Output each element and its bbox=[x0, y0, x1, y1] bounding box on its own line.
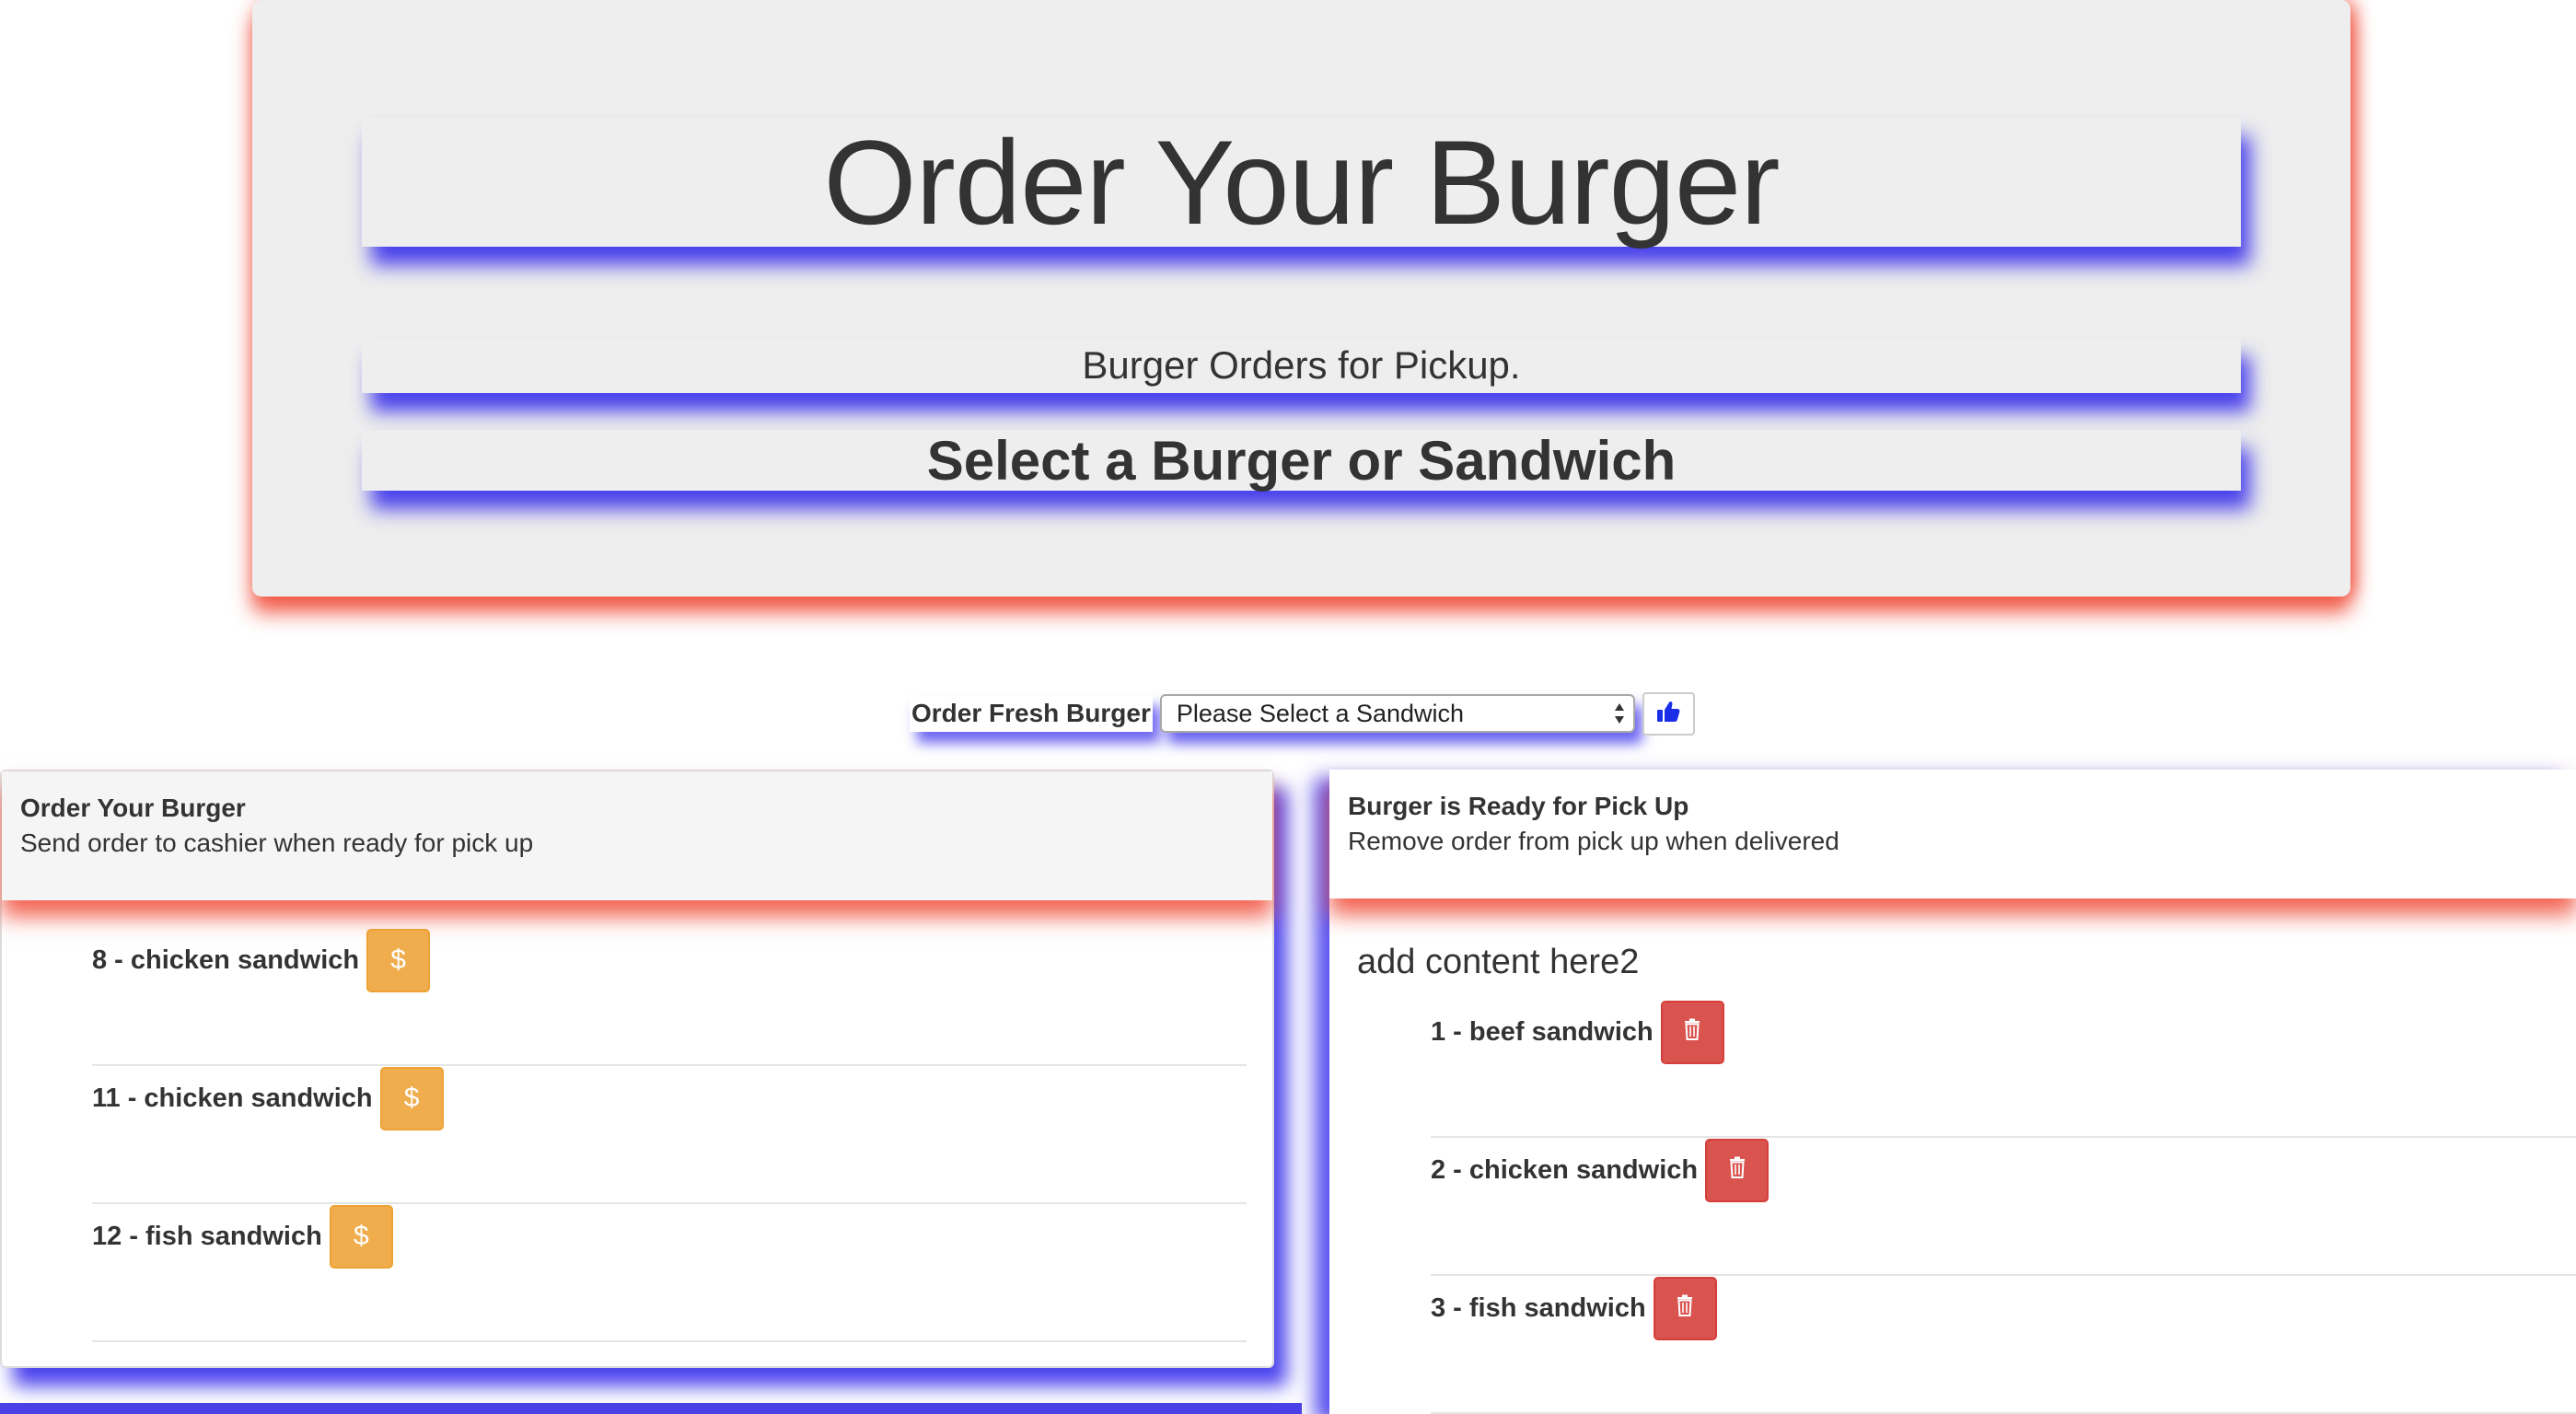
remove-order-button[interactable] bbox=[1660, 1000, 1724, 1064]
order-panel-heading: Order Your Burger Send order to cashier … bbox=[2, 771, 1272, 900]
page-title: Order Your Burger bbox=[362, 115, 2241, 249]
order-list: 8 - chicken sandwich $ 11 - chicken sand… bbox=[92, 928, 1247, 1342]
list-item: 2 - chicken sandwich bbox=[1431, 1138, 2576, 1276]
sandwich-select[interactable]: Please Select a Sandwich bbox=[1159, 694, 1635, 733]
pickup-item-label: 2 - chicken sandwich bbox=[1431, 1154, 1699, 1185]
trash-icon bbox=[1727, 1154, 1747, 1186]
list-item: 1 - beef sandwich bbox=[1431, 1000, 2576, 1138]
remove-order-button[interactable] bbox=[1653, 1276, 1717, 1340]
pickup-panel-heading: Burger is Ready for Pick Up Remove order… bbox=[1329, 770, 2576, 898]
pickup-content-heading: add content here2 bbox=[1357, 943, 1640, 981]
order-item-label: 12 - fish sandwich bbox=[92, 1221, 322, 1251]
list-item: 12 - fish sandwich $ bbox=[92, 1204, 1247, 1342]
pickup-item-label: 1 - beef sandwich bbox=[1431, 1016, 1654, 1047]
panel-shadow-strip bbox=[0, 1403, 1302, 1414]
thumbs-up-icon bbox=[1656, 701, 1680, 727]
pickup-list: 1 - beef sandwich 2 - chicken sandwich 3… bbox=[1431, 1000, 2576, 1414]
sandwich-select-value: Please Select a Sandwich bbox=[1176, 699, 1465, 727]
remove-order-button[interactable] bbox=[1705, 1138, 1770, 1202]
order-label: Order Fresh Burger bbox=[910, 695, 1153, 732]
order-panel-subtitle: Send order to cashier when ready for pic… bbox=[20, 829, 534, 857]
list-item: 8 - chicken sandwich $ bbox=[92, 928, 1247, 1066]
list-item: 3 - fish sandwich bbox=[1431, 1276, 2576, 1414]
send-to-cashier-button[interactable]: $ bbox=[366, 928, 431, 992]
order-item-label: 11 - chicken sandwich bbox=[92, 1083, 373, 1113]
jumbotron bbox=[252, 0, 2350, 597]
dollar-icon: $ bbox=[403, 1083, 420, 1113]
submit-order-button[interactable] bbox=[1642, 691, 1695, 736]
dollar-icon: $ bbox=[390, 945, 406, 975]
pickup-panel-subtitle: Remove order from pick up when delivered bbox=[1348, 827, 1839, 855]
select-prompt: Select a Burger or Sandwich bbox=[362, 430, 2241, 492]
pickup-panel-title: Burger is Ready for Pick Up bbox=[1348, 792, 1689, 820]
order-form: Order Fresh Burger Please Select a Sandw… bbox=[910, 690, 1695, 736]
pickup-item-label: 3 - fish sandwich bbox=[1431, 1292, 1646, 1323]
order-item-label: 8 - chicken sandwich bbox=[92, 945, 360, 975]
page-subtitle: Burger Orders for Pickup. bbox=[362, 338, 2241, 393]
trash-icon bbox=[1675, 1292, 1695, 1324]
trash-icon bbox=[1682, 1016, 1702, 1048]
list-item: 11 - chicken sandwich $ bbox=[92, 1066, 1247, 1204]
send-to-cashier-button[interactable]: $ bbox=[329, 1204, 393, 1269]
dollar-icon: $ bbox=[353, 1221, 369, 1251]
order-panel-title: Order Your Burger bbox=[20, 794, 246, 822]
order-panel: Order Your Burger Send order to cashier … bbox=[0, 770, 1274, 1368]
send-to-cashier-button[interactable]: $ bbox=[379, 1066, 444, 1130]
pickup-panel: Burger is Ready for Pick Up Remove order… bbox=[1329, 770, 2576, 1414]
select-arrows-icon bbox=[1613, 701, 1626, 725]
